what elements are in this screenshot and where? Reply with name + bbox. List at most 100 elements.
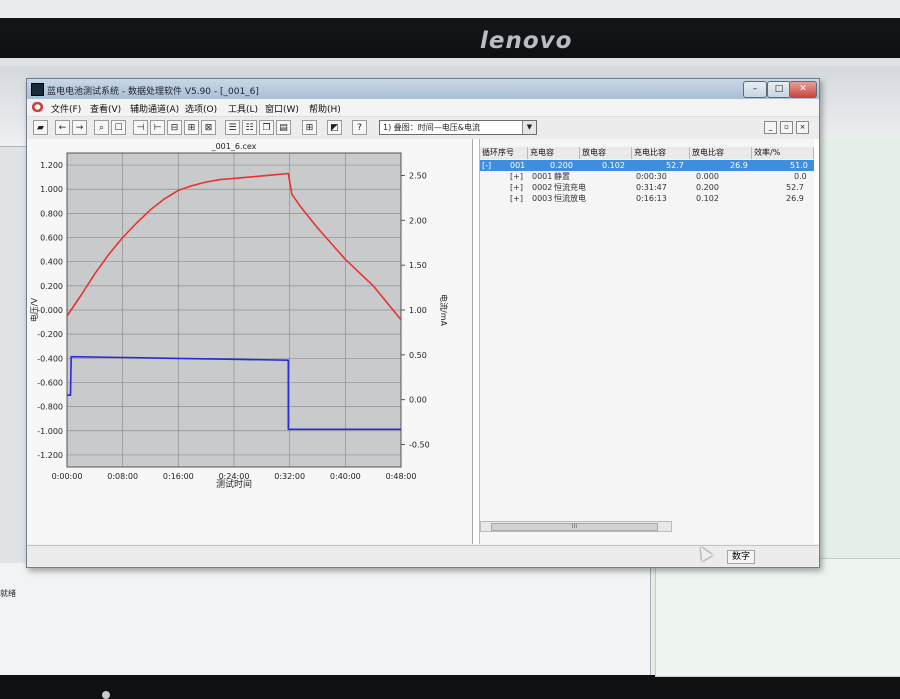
mdi-minimize-button[interactable]: _ [764,121,777,134]
row-step-time: 0:00:30 [636,172,667,181]
y-left-tick-label: 1.200 [40,161,63,170]
y-left-tick-label: -0.000 [37,306,63,315]
table-row[interactable]: [+] 0001 静置 0:00:30 0.000 0.0 [480,171,814,182]
y-right-tick-label: 2.50 [409,171,427,180]
open-folder-icon[interactable]: ▰ [33,120,48,135]
menu-window[interactable]: 窗口(W) [265,102,299,115]
app-icon [31,83,44,96]
row-efficiency: 52.7 [786,183,804,192]
y-left-tick-label: 0.800 [40,209,63,218]
pan-hand-icon[interactable]: ☐ [111,120,126,135]
copy-icon[interactable]: ❐ [259,120,274,135]
screen-smudge [102,691,110,699]
y-left-tick-label: -1.200 [37,451,63,460]
help-icon[interactable]: ? [352,120,367,135]
col-discharge-specific-capacity[interactable]: 放电比容 [690,147,752,159]
x-tick-label: 0:40:00 [330,472,361,481]
row-step-capacity: 0.000 [696,172,719,181]
row-id: 001 [510,161,526,170]
menu-view[interactable]: 查看(V) [90,102,121,115]
y-right-tick-label: 1.50 [409,261,427,270]
view-type-value: 1) 叠图：时间—电压&电流 [383,123,480,132]
y-right-tick-label: 0.00 [409,396,427,405]
menu-options[interactable]: 选项(O) [185,102,217,115]
desktop-screen: 蓝电电池测试系统 - 数据处理软件 V5.90 - [_001_6] – □ ✕… [0,58,900,699]
menu-file[interactable]: 文件(F) [51,102,81,115]
cursor-right-icon[interactable]: ⊢ [150,120,165,135]
x-tick-label: 0:32:00 [274,472,305,481]
y-left-tick-label: 1.000 [40,185,63,194]
back-arrow-icon[interactable]: ← [55,120,70,135]
view-type-select[interactable]: 1) 叠图：时间—电压&电流 ▼ [379,120,537,135]
row-efficiency: 26.9 [786,194,804,203]
table-row[interactable]: [-] 001 0.200 0.102 52.7 26.9 51.0 [480,160,814,171]
minimize-button[interactable]: – [743,81,767,98]
col-charge-specific-capacity[interactable]: 充电比容 [632,147,690,159]
close-button[interactable]: ✕ [789,81,817,98]
status-mode: 数字 [727,550,756,564]
toolbar: ▰ ← → ⌕ ☐ ⊣ ⊢ ⊟ ⊞ ⊠ ☰ ☷ ❐ ▤ ⊞ ◩ ? 1) 叠图：… [27,117,819,140]
row-discharge-specific: 26.9 [730,161,748,170]
col-charge-capacity[interactable]: 充电容 [528,147,580,159]
horizontal-scrollbar[interactable]: III [480,521,672,532]
grid-icon[interactable]: ⊞ [302,120,317,135]
chevron-down-icon[interactable]: ▼ [522,121,536,134]
row-id: 0003 [532,194,553,203]
table-row[interactable]: [+] 0003 恒流放电 0:16:13 0.102 26.9 [480,193,814,204]
scrollbar-thumb[interactable]: III [491,523,658,531]
forward-arrow-icon[interactable]: → [72,120,87,135]
fit-icon[interactable]: ⊟ [167,120,182,135]
x-axis-label: 测试时间 [216,478,252,490]
y-axis-left-label: 电压/V [29,297,39,322]
y-axis-right-label: 电流/mA [439,294,449,326]
data-processing-window: 蓝电电池测试系统 - 数据处理软件 V5.90 - [_001_6] – □ ✕… [26,78,820,568]
y-right-tick-label: 0.50 [409,351,427,360]
maximize-button[interactable]: □ [767,81,791,98]
mdi-restore-button[interactable]: ▫ [780,121,793,134]
menu-aux-channel[interactable]: 辅助通道(A) [130,102,179,115]
voltage-current-chart[interactable]: 1.200 1.000 0.800 0.600 0.400 0.200 -0.000 -0.2… [27,139,472,544]
zoom-icon[interactable]: ⌕ [94,120,109,135]
row-toggle[interactable]: [-] [482,160,491,171]
window-titlebar[interactable]: 蓝电电池测试系统 - 数据处理软件 V5.90 - [_001_6] – □ ✕ [27,79,819,99]
list-view-icon[interactable]: ☰ [225,120,240,135]
row-toggle[interactable]: [+] [510,171,523,182]
chart-title: _001_6.cex [211,142,257,151]
row-toggle[interactable]: [+] [510,182,523,193]
col-discharge-capacity[interactable]: 放电容 [580,147,632,159]
row-step-name: 恒流放电 [554,194,586,203]
background-bottom-area [0,563,650,675]
chart-pane: 1.200 1.000 0.800 0.600 0.400 0.200 -0.000 -0.2… [27,139,473,544]
content-area: 1.200 1.000 0.800 0.600 0.400 0.200 -0.000 -0.2… [27,139,819,544]
cursor-left-icon[interactable]: ⊣ [133,120,148,135]
row-step-time: 0:16:13 [636,194,667,203]
table-icon[interactable]: ▤ [276,120,291,135]
row-step-name: 恒流充电 [554,183,586,192]
x-tick-label: 0:48:00 [386,472,417,481]
window-title: 蓝电电池测试系统 - 数据处理软件 V5.90 - [_001_6] [47,87,259,97]
row-step-name: 静置 [554,172,570,181]
menu-help[interactable]: 帮助(H) [309,102,341,115]
row-step-capacity: 0.102 [696,194,719,203]
zoom-y-icon[interactable]: ⊠ [201,120,216,135]
row-efficiency: 0.0 [794,172,807,181]
y-left-tick-label: 0.600 [40,234,63,243]
row-toggle[interactable]: [+] [510,193,523,204]
y-left-tick-label: -0.200 [37,330,63,339]
document-icon[interactable] [31,101,44,113]
mdi-close-button[interactable]: × [796,121,809,134]
chart-icon[interactable]: ◩ [327,120,342,135]
zoom-x-icon[interactable]: ⊞ [184,120,199,135]
detail-view-icon[interactable]: ☷ [242,120,257,135]
row-charge-capacity: 0.200 [550,161,573,170]
y-left-tick-label: -0.400 [37,354,63,363]
table-row[interactable]: [+] 0002 恒流充电 0:31:47 0.200 52.7 [480,182,814,193]
menu-tools[interactable]: 工具(L) [228,102,258,115]
col-cycle-index[interactable]: 循环序号 [480,147,528,159]
y-left-tick-label: 0.400 [40,258,63,267]
x-tick-label: 0:00:00 [52,472,83,481]
x-tick-label: 0:08:00 [107,472,138,481]
y-right-tick-label: -0.50 [409,441,430,450]
col-efficiency[interactable]: 效率/% [752,147,814,159]
row-discharge-capacity: 0.102 [602,161,625,170]
